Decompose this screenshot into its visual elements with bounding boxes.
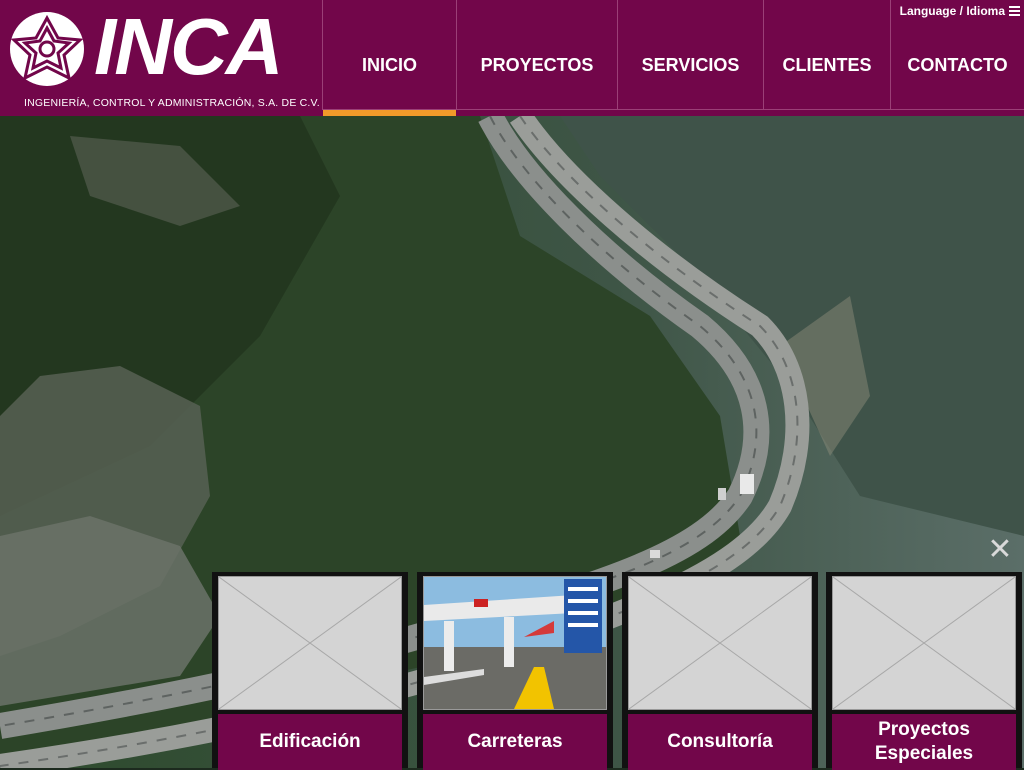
card-consultoria[interactable]: Consultoría <box>622 572 818 770</box>
card-edificacion[interactable]: Edificación <box>212 572 408 770</box>
placeholder-image <box>218 576 402 710</box>
main-nav: INICIO PROYECTOS SERVICIOS CLIENTES CONT… <box>322 0 1024 116</box>
card-label: Carreteras <box>423 714 607 770</box>
placeholder-image <box>628 576 812 710</box>
nav-item-inicio[interactable]: INICIO <box>322 0 456 116</box>
card-carreteras[interactable]: Carreteras <box>417 572 613 770</box>
language-selector[interactable]: Language / Idioma <box>900 4 1020 18</box>
nav-item-clientes[interactable]: CLIENTES <box>763 0 890 110</box>
logo-emblem-icon <box>10 12 84 86</box>
site-header: INCA INGENIERÍA, CONTROL Y ADMINISTRACIÓ… <box>0 0 1024 116</box>
nav-item-servicios[interactable]: SERVICIOS <box>617 0 763 110</box>
logo-wordmark: INCA <box>94 2 284 91</box>
card-label: Consultoría <box>628 714 812 770</box>
card-proyectos-especiales[interactable]: Proyectos Especiales <box>826 572 1022 770</box>
nav-item-proyectos[interactable]: PROYECTOS <box>456 0 617 110</box>
service-cards: Edificación Carreteras Consultoría Proye… <box>212 572 1024 770</box>
close-icon[interactable]: ✕ <box>986 535 1014 565</box>
toll-booth-photo <box>423 576 607 710</box>
card-label: Proyectos Especiales <box>832 714 1016 770</box>
menu-icon <box>1009 6 1020 16</box>
card-label: Edificación <box>218 714 402 770</box>
language-label: Language / Idioma <box>899 4 1005 18</box>
company-subtitle: INGENIERÍA, CONTROL Y ADMINISTRACIÓN, S.… <box>24 97 320 109</box>
logo[interactable]: INCA INGENIERÍA, CONTROL Y ADMINISTRACIÓ… <box>0 0 322 116</box>
placeholder-image <box>832 576 1016 710</box>
